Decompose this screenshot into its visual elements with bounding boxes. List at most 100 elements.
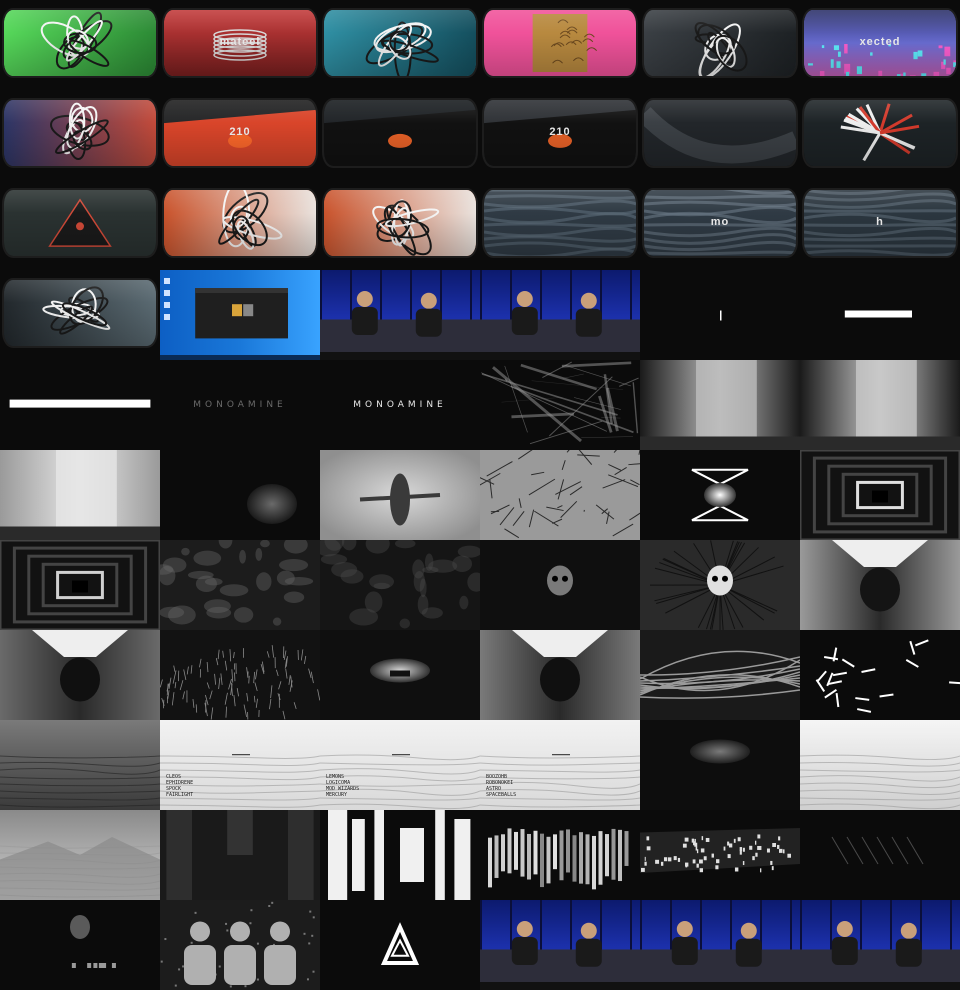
video-frame-thumbnail: [480, 270, 640, 360]
video-frame-thumbnail: [800, 270, 960, 360]
video-frame-thumbnail: [800, 900, 960, 990]
video-frame-thumbnail: [800, 450, 960, 540]
frame-image: [480, 630, 640, 720]
frame-image: [4, 190, 156, 256]
frame-image: [480, 360, 640, 450]
frame-image: [320, 450, 480, 540]
video-frame-thumbnail: [480, 540, 640, 630]
frame-image: [800, 900, 960, 990]
frame-image: [640, 810, 800, 900]
video-frame-thumbnail: [640, 720, 800, 810]
video-frame-thumbnail: [160, 630, 320, 720]
video-frame-thumbnail: mateel: [160, 0, 320, 90]
video-frame-thumbnail: [320, 0, 480, 90]
video-frame-thumbnail: [480, 630, 640, 720]
video-frame-thumbnail: [0, 720, 160, 810]
video-frame-thumbnail: CLEOS EPHIDRENE SPOCK FAIRLIGHT: [160, 720, 320, 810]
frame-image: [320, 810, 480, 900]
frame-image: [480, 900, 640, 990]
frame-image: [160, 450, 320, 540]
frame-image: [800, 450, 960, 540]
frame-image: [0, 540, 160, 630]
video-frame-thumbnail: [800, 720, 960, 810]
video-frame-thumbnail: [0, 540, 160, 630]
frame-image: [4, 100, 156, 166]
frame-image: [0, 900, 160, 990]
frame-image: CLEOS EPHIDRENE SPOCK FAIRLIGHT: [160, 720, 320, 810]
frame-image: [640, 720, 800, 810]
video-frame-thumbnail: [640, 360, 800, 450]
video-frame-thumbnail: [800, 360, 960, 450]
frame-image: mo: [644, 190, 796, 256]
video-frame-thumbnail: [800, 540, 960, 630]
frame-image: [4, 280, 156, 346]
video-frame-thumbnail: [640, 90, 800, 180]
video-frame-thumbnail: [0, 360, 160, 450]
video-frame-thumbnail: [640, 270, 800, 360]
video-frame-thumbnail: [0, 450, 160, 540]
video-frame-thumbnail: [320, 180, 480, 270]
frame-image: [320, 270, 480, 360]
video-frame-thumbnail: [640, 540, 800, 630]
frame-image: LEMONS LOGICOMA MOD WIZARDS MERCURY: [320, 720, 480, 810]
frame-image: [640, 630, 800, 720]
frame-image: [320, 900, 480, 990]
video-frame-thumbnail: [480, 180, 640, 270]
frame-image: MONOAMINE: [160, 360, 320, 450]
frame-image: [480, 810, 640, 900]
video-frame-thumbnail: [800, 630, 960, 720]
video-frame-thumbnail: [640, 450, 800, 540]
frame-image: [484, 190, 636, 256]
video-frame-thumbnail: [800, 810, 960, 900]
video-frame-thumbnail: MONOAMINE: [320, 360, 480, 450]
frame-image: [0, 360, 160, 450]
frame-image: [4, 10, 156, 76]
frame-image: [164, 190, 316, 256]
video-frame-thumbnail: [480, 0, 640, 90]
video-frame-thumbnail: [480, 450, 640, 540]
video-frame-thumbnail: [640, 0, 800, 90]
video-frame-thumbnail: [160, 180, 320, 270]
video-frame-thumbnail: 210: [480, 90, 640, 180]
contact-sheet-grid: mateel xected 210 210 mo h MONOAMINE MONOAMINE C…: [0, 0, 960, 990]
video-frame-thumbnail: [0, 630, 160, 720]
video-frame-thumbnail: [640, 630, 800, 720]
video-frame-thumbnail: [160, 900, 320, 990]
frame-image: [800, 810, 960, 900]
video-frame-thumbnail: MONOAMINE: [160, 360, 320, 450]
frame-image: [640, 540, 800, 630]
frame-image: [160, 540, 320, 630]
frame-image: [160, 810, 320, 900]
video-frame-thumbnail: 210: [160, 90, 320, 180]
frame-image: [640, 360, 800, 450]
frame-image: [480, 540, 640, 630]
frame-image: xected: [804, 10, 956, 76]
frame-image: [480, 270, 640, 360]
video-frame-thumbnail: [320, 810, 480, 900]
video-frame-thumbnail: [800, 90, 960, 180]
video-frame-thumbnail: BOOZOHB ROBONOKEI ASTRO SPACEBALLS: [480, 720, 640, 810]
frame-image: [800, 720, 960, 810]
frame-image: [0, 810, 160, 900]
video-frame-thumbnail: [480, 360, 640, 450]
video-frame-thumbnail: [0, 900, 160, 990]
video-frame-thumbnail: [160, 810, 320, 900]
video-frame-thumbnail: [480, 810, 640, 900]
frame-image: [480, 450, 640, 540]
video-frame-thumbnail: [320, 90, 480, 180]
frame-image: [640, 450, 800, 540]
video-frame-thumbnail: [480, 900, 640, 990]
frame-image: [640, 270, 800, 360]
frame-image: [484, 10, 636, 76]
frame-image: [800, 360, 960, 450]
video-frame-thumbnail: xected: [800, 0, 960, 90]
video-frame-thumbnail: [0, 270, 160, 360]
frame-image: [644, 10, 796, 76]
frame-image: [160, 630, 320, 720]
video-frame-thumbnail: h: [800, 180, 960, 270]
video-frame-thumbnail: [320, 900, 480, 990]
frame-image: [640, 900, 800, 990]
frame-image: [320, 630, 480, 720]
frame-image: [324, 190, 476, 256]
video-frame-thumbnail: LEMONS LOGICOMA MOD WIZARDS MERCURY: [320, 720, 480, 810]
